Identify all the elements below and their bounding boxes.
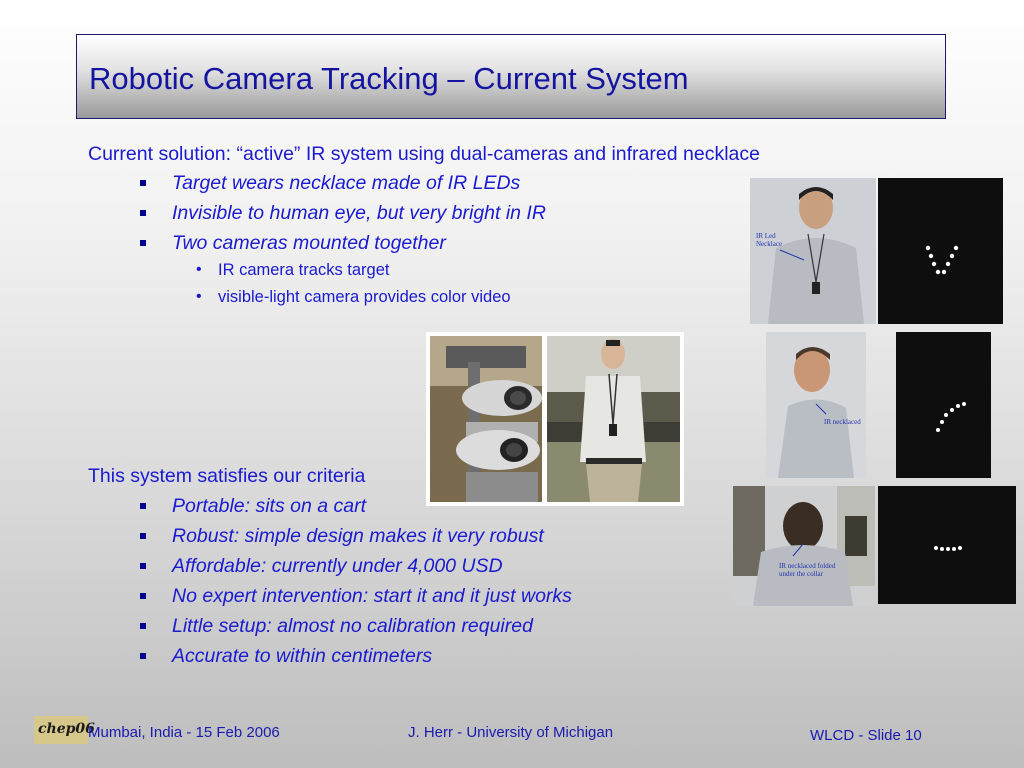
ir-dots-line <box>934 546 962 551</box>
bullet-dot: • <box>196 261 202 278</box>
ir-view-photo-3 <box>878 486 1016 604</box>
ir-dots-arc <box>936 402 966 432</box>
ir-view-photo-2 <box>896 332 991 478</box>
chep06-logo: chep06 <box>34 716 95 744</box>
section1-bullet-2: Invisible to human eye, but very bright … <box>172 202 546 224</box>
camera-system-photo <box>426 332 684 506</box>
section2-heading: This system satisfies our criteria <box>88 465 366 487</box>
ir-dots-v-shape <box>925 245 959 275</box>
logo-text: chep06 <box>38 721 95 737</box>
camera-system-illustration <box>430 336 680 502</box>
bullet-square <box>140 593 146 599</box>
ir-necklace-photo: IR Led Necklace <box>750 178 876 324</box>
photo-label-line: IR necklaced folded <box>779 562 836 570</box>
ir-necklace-profile-photo: IR necklaced <box>766 332 866 478</box>
ir-view-photo-1 <box>878 178 1003 324</box>
section2-bullet-6: Accurate to within centimeters <box>172 645 433 667</box>
bullet-square <box>140 210 146 216</box>
photo-label-ir-folded: IR necklaced folded under the collar <box>779 562 835 578</box>
photo-label-line: under the collar <box>779 570 823 578</box>
section2-bullet-1: Portable: sits on a cart <box>172 495 367 517</box>
section1-heading: Current solution: “active” IR system usi… <box>88 143 760 165</box>
section1-bullet-1: Target wears necklace made of IR LEDs <box>172 172 521 194</box>
section1-subbullet-2: visible-light camera provides color vide… <box>218 288 511 306</box>
bullet-square <box>140 653 146 659</box>
section2-bullet-5: Little setup: almost no calibration requ… <box>172 615 533 637</box>
title-box: Robotic Camera Tracking – Current System <box>76 34 946 119</box>
bullet-dot: • <box>196 288 202 305</box>
bullet-square <box>140 503 146 509</box>
photo-label-line: Necklace <box>756 240 783 248</box>
person-front-illustration <box>750 178 876 324</box>
section1-subbullet-1: IR camera tracks target <box>218 261 390 279</box>
person-profile-illustration <box>766 332 866 478</box>
bullet-square <box>140 563 146 569</box>
section2-bullet-3: Affordable: currently under 4,000 USD <box>172 555 503 577</box>
bullet-square <box>140 533 146 539</box>
person-back-illustration <box>733 486 875 606</box>
section2-bullet-4: No expert intervention: start it and it … <box>172 585 572 607</box>
ir-necklace-back-photo: IR necklaced folded under the collar <box>733 486 875 606</box>
photo-label-ir-led: IR Led Necklace <box>756 232 782 248</box>
section2-bullet-2: Robust: simple design makes it very robu… <box>172 525 544 547</box>
footer-slide-number: WLCD - Slide 10 <box>810 727 922 744</box>
bullet-square <box>140 623 146 629</box>
bullet-square <box>140 180 146 186</box>
footer-left: Mumbai, India - 15 Feb 2006 <box>88 724 280 741</box>
section1-bullet-3: Two cameras mounted together <box>172 232 446 254</box>
photo-label-ir-necklaced: IR necklaced <box>824 418 861 426</box>
slide-title: Robotic Camera Tracking – Current System <box>89 61 689 96</box>
bullet-square <box>140 240 146 246</box>
photo-label-line: IR Led <box>756 232 776 240</box>
footer-center: J. Herr - University of Michigan <box>408 724 614 741</box>
